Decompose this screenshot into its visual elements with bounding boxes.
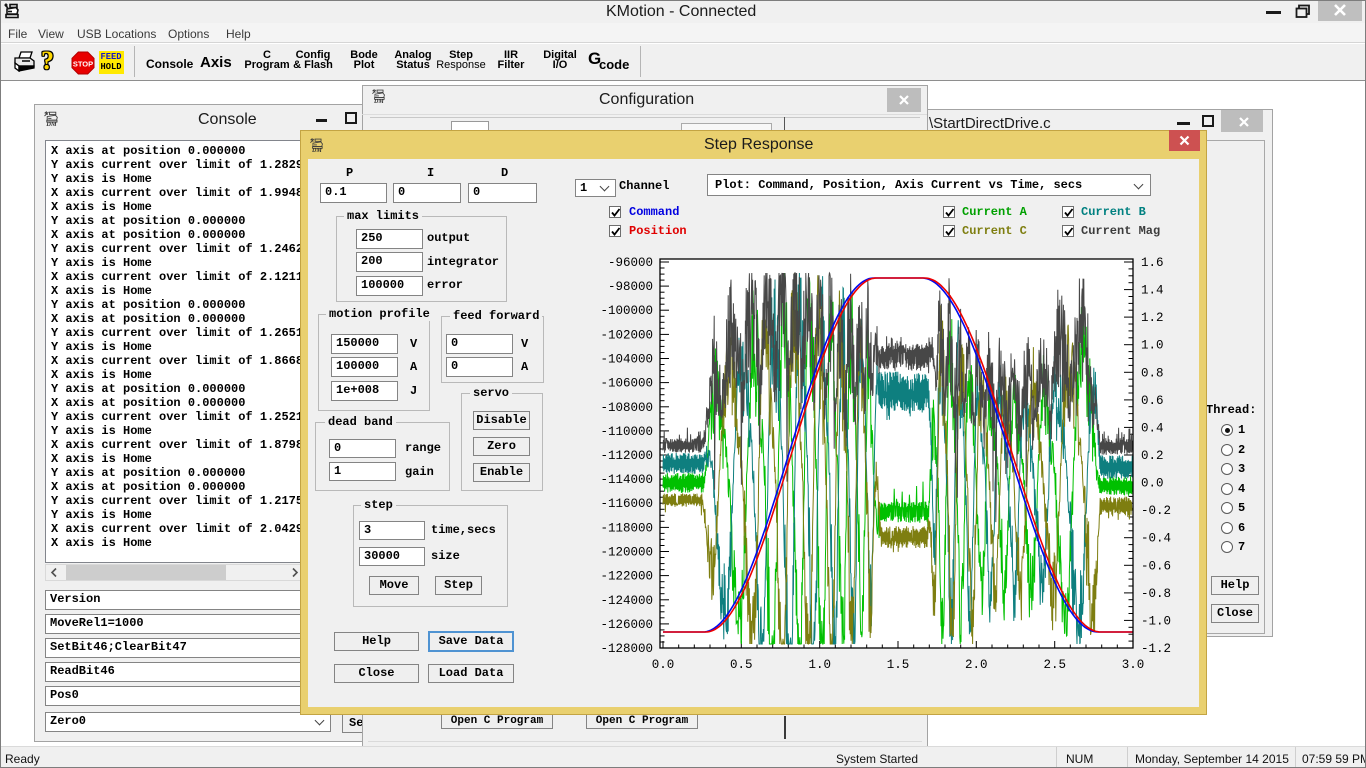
svg-text:-106000: -106000 [600, 377, 653, 391]
svg-text:-96000: -96000 [608, 256, 653, 270]
svg-text:-120000: -120000 [600, 546, 653, 560]
svg-text:1.4: 1.4 [1141, 284, 1164, 298]
svg-text:-0.8: -0.8 [1141, 587, 1171, 601]
svg-text:1.0: 1.0 [808, 658, 831, 672]
svg-text:-0.2: -0.2 [1141, 504, 1171, 518]
svg-text:-122000: -122000 [600, 570, 653, 584]
svg-text:DM: DM [45, 121, 57, 127]
svg-text:-114000: -114000 [600, 473, 653, 487]
svg-text:0.0: 0.0 [1141, 477, 1164, 491]
svg-text:-118000: -118000 [600, 521, 653, 535]
svg-text:-102000: -102000 [600, 328, 653, 342]
svg-text:-104000: -104000 [600, 353, 653, 367]
svg-text:0.8: 0.8 [1141, 366, 1164, 380]
svg-text:2.5: 2.5 [1043, 658, 1066, 672]
svg-text:1.2: 1.2 [1141, 311, 1164, 325]
svg-text:-110000: -110000 [600, 425, 653, 439]
svg-text:-0.6: -0.6 [1141, 559, 1171, 573]
svg-text:1.0: 1.0 [1141, 339, 1164, 353]
svg-text:0.6: 0.6 [1141, 394, 1164, 408]
svg-text:-124000: -124000 [600, 594, 653, 608]
svg-text:-116000: -116000 [600, 497, 653, 511]
svg-text:3.0: 3.0 [1122, 658, 1145, 672]
svg-text:DM: DM [373, 99, 384, 104]
svg-text:-112000: -112000 [600, 449, 653, 463]
svg-text:-108000: -108000 [600, 401, 653, 415]
svg-text:DM: DM [311, 148, 322, 153]
svg-text:0.4: 0.4 [1141, 421, 1164, 435]
svg-text:STOP: STOP [73, 60, 93, 69]
svg-text:0.2: 0.2 [1141, 449, 1164, 463]
svg-text:-126000: -126000 [600, 618, 653, 632]
svg-text:0.5: 0.5 [730, 658, 753, 672]
svg-text:-0.4: -0.4 [1141, 532, 1171, 546]
svg-text:-128000: -128000 [600, 642, 653, 656]
svg-text:2.0: 2.0 [965, 658, 988, 672]
svg-text:-100000: -100000 [600, 304, 653, 318]
svg-text:-1.0: -1.0 [1141, 614, 1171, 628]
svg-text:-1.2: -1.2 [1141, 642, 1171, 656]
svg-text:1.5: 1.5 [887, 658, 910, 672]
svg-text:0.0: 0.0 [652, 658, 675, 672]
svg-text:1.6: 1.6 [1141, 256, 1164, 270]
svg-text:-98000: -98000 [608, 280, 653, 294]
